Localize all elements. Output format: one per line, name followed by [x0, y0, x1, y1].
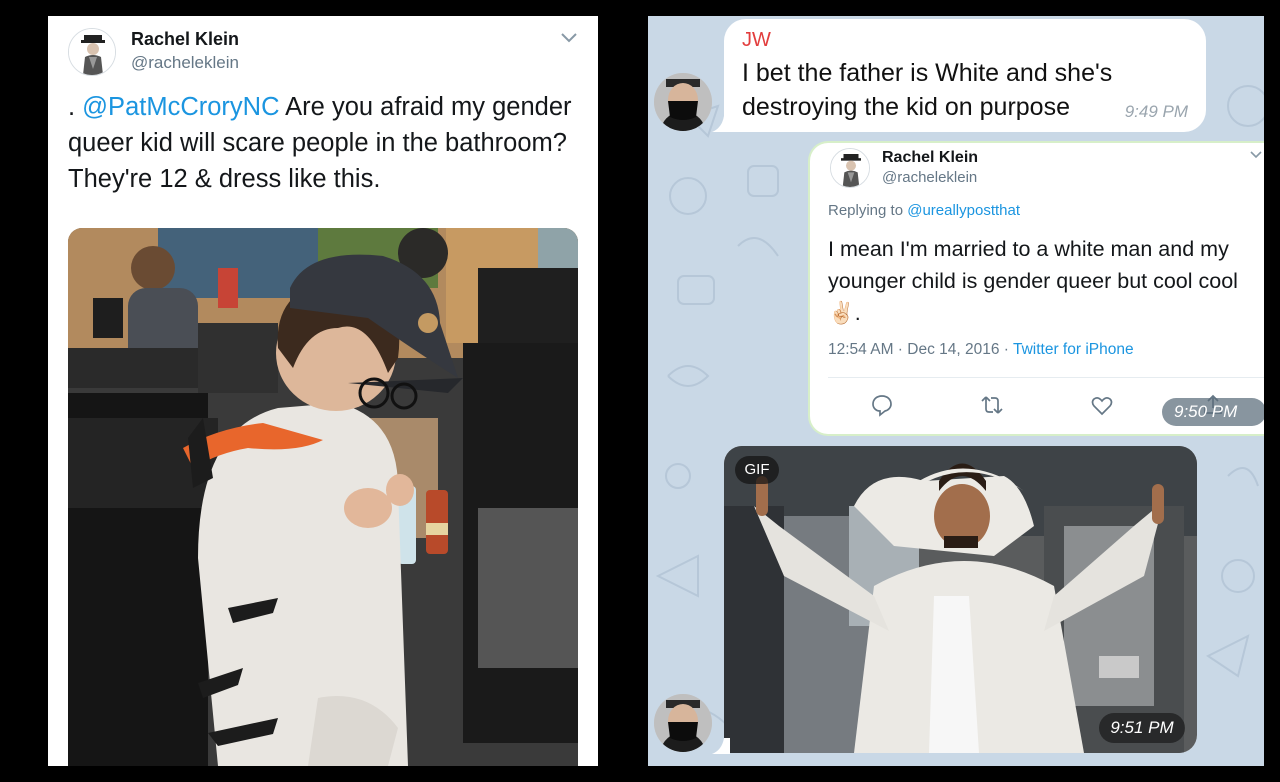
gif-badge: GIF	[735, 456, 779, 484]
sender-name[interactable]: JW	[742, 29, 771, 52]
chevron-down-icon[interactable]	[1248, 146, 1264, 162]
tweet-text: . @PatMcCroryNC Are you afraid my gender…	[68, 89, 578, 197]
retweet-icon[interactable]	[980, 393, 1004, 417]
author-name[interactable]: Rachel Klein	[882, 149, 978, 167]
reply-icon[interactable]	[870, 393, 894, 417]
tweet-source[interactable]: Twitter for iPhone	[1013, 341, 1134, 358]
mention-link[interactable]: @ureallypostthat	[907, 202, 1020, 219]
author-handle[interactable]: @racheleklein	[131, 53, 239, 73]
divider	[828, 377, 1264, 378]
message-time: 9:51 PM	[1099, 713, 1185, 743]
mention-link[interactable]: @PatMcCroryNC	[82, 93, 279, 121]
message-bubble[interactable]: JW I bet the father is White and she's d…	[724, 19, 1206, 132]
tweet-text: I mean I'm married to a white man and my…	[828, 237, 1238, 325]
tweet-panel: Rachel Klein @racheleklein . @PatMcCrory…	[48, 16, 598, 766]
gif-message[interactable]: GIF 9:51 PM	[724, 446, 1197, 753]
avatar[interactable]	[830, 148, 870, 188]
tweet-date[interactable]: 12:54 AM · Dec 14, 2016 ·	[828, 341, 1013, 358]
author-name[interactable]: Rachel Klein	[131, 29, 239, 50]
tweet-photo[interactable]	[68, 228, 578, 766]
message-text: I bet the father is White and she's dest…	[742, 59, 1113, 121]
replying-label: Replying to	[828, 202, 904, 219]
message-time: 9:50 PM ✓✓	[1162, 398, 1264, 434]
avatar[interactable]	[68, 28, 116, 76]
chevron-down-icon[interactable]	[558, 26, 580, 48]
bubble-tail	[712, 738, 730, 754]
replying-to: Replying to @ureallypostthat	[828, 202, 1020, 219]
forwarded-tweet-card[interactable]: Rachel Klein @racheleklein Replying to @…	[808, 141, 1264, 436]
avatar[interactable]	[654, 73, 712, 131]
message-time: 9:49 PM	[1124, 102, 1188, 121]
avatar[interactable]	[654, 694, 712, 752]
tweet-text-prefix: .	[68, 93, 83, 121]
author-handle[interactable]: @racheleklein	[882, 169, 977, 186]
heart-icon[interactable]	[1090, 393, 1114, 417]
gif-image[interactable]	[724, 446, 1197, 753]
tweet-meta: 12:54 AM · Dec 14, 2016 · Twitter for iP…	[828, 341, 1134, 359]
chat-panel: JW I bet the father is White and she's d…	[648, 16, 1264, 766]
